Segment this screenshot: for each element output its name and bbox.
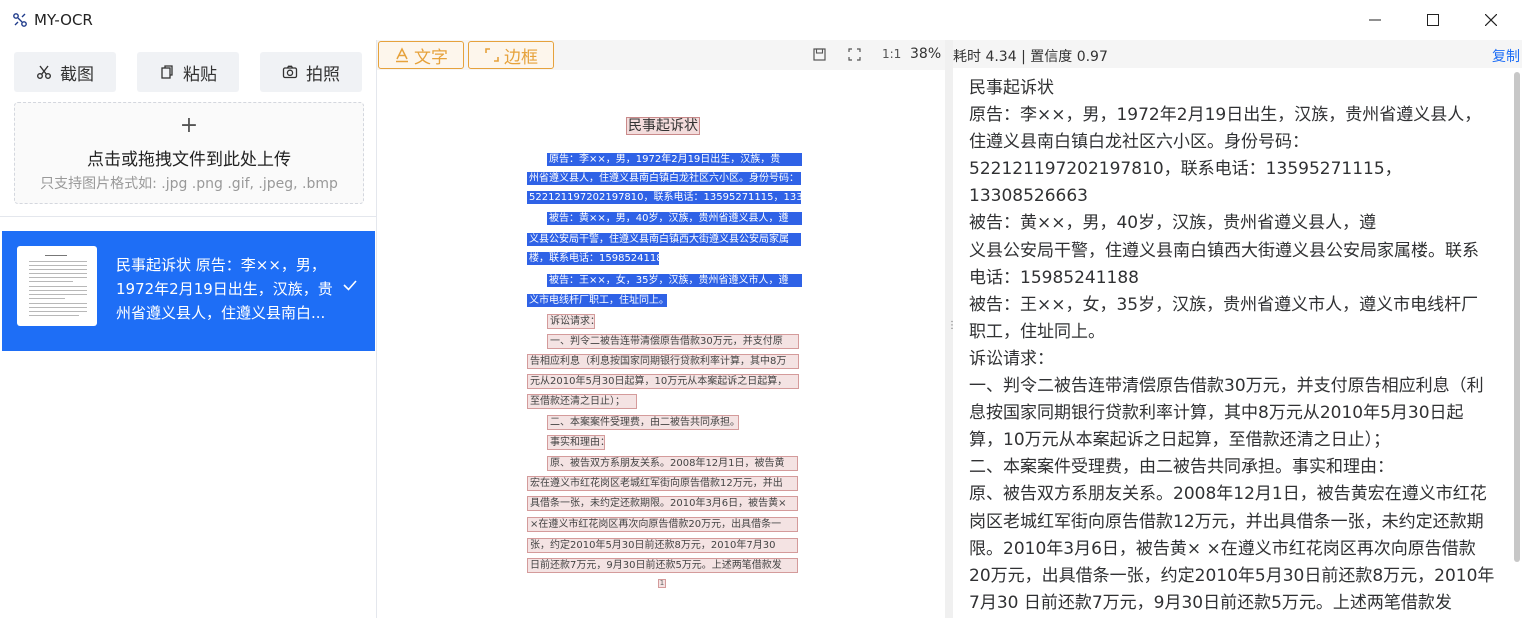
viewer-toolbar: 文字 边框 1:1 38% (377, 40, 945, 70)
save-icon[interactable] (813, 48, 826, 61)
result-scrollbar[interactable] (1511, 72, 1521, 618)
text-mode-button[interactable]: 文字 (378, 41, 464, 69)
result-line: 被告：黄××，男，40岁，汉族，贵州省遵义县人，遵 (969, 213, 1377, 234)
ocr-text-box[interactable]: 张，约定2010年5月30日前还款8万元，2010年7月30 (527, 538, 798, 553)
divider (0, 216, 376, 217)
text-mode-label: 文字 (414, 47, 448, 68)
result-line: 电话：15985241188 (969, 267, 1139, 288)
text-mode-icon (396, 47, 408, 63)
history-item-preview: 民事起诉状 原告：李××，男， 1972年2月19日出生，汉族，贵 州省遵义县人… (116, 253, 338, 325)
result-line: 13308526663 (969, 186, 1088, 207)
result-line: 被告：王××，女，35岁，汉族，贵州省遵义市人，遵义市电线杆厂 (969, 294, 1479, 315)
ocr-stats: 耗时 4.34 | 置信度 0.97 (953, 49, 1108, 65)
result-line: 岗区老城红军街向原告借款12万元，并出具借条一张，未约定还款期 (969, 511, 1484, 532)
screenshot-button[interactable]: 截图 (14, 52, 116, 92)
fit-icon[interactable] (848, 48, 861, 61)
ocr-text-box[interactable]: 一、判令二被告连带清偿原告借款30万元，并支付原 (547, 334, 799, 349)
doc-title-box[interactable]: 民事起诉状 (626, 117, 700, 135)
maximize-button[interactable] (1408, 0, 1458, 40)
result-panel: 耗时 4.34 | 置信度 0.97 复制 民事起诉状 原告：李××，男，197… (953, 40, 1522, 618)
close-icon (1485, 14, 1497, 26)
preview-line: 1972年2月19日出生，汉族，贵 (116, 280, 333, 298)
check-icon (343, 280, 357, 291)
minimize-button[interactable] (1350, 0, 1400, 40)
ocr-text-box[interactable]: 州省遵义县人，住遵义县南白镇白龙社区六小区。身份号码： (527, 172, 801, 185)
ocr-text-box[interactable]: 义县公安局干警，住遵义县南白镇西大街遵义县公安局家属 (527, 233, 801, 246)
ocr-text-box[interactable]: 二、本案案件受理费，由二被告共同承担。 (547, 415, 739, 430)
upload-dropzone[interactable]: + 点击或拖拽文件到此处上传 只支持图片格式如: .jpg .png .gif,… (14, 102, 364, 204)
preview-line: 民事起诉状 原告：李××，男， (116, 256, 326, 274)
result-header: 耗时 4.34 | 置信度 0.97 复制 (953, 40, 1522, 68)
actual-size-button[interactable]: 1:1 (882, 47, 901, 61)
border-mode-icon (485, 48, 499, 62)
result-line: 二、本案案件受理费，由二被告共同承担。事实和理由： (969, 457, 1394, 478)
paste-label: 粘贴 (183, 64, 217, 85)
ocr-text-box[interactable]: 原告：李××，男，1972年2月19日出生，汉族，贵 (547, 153, 802, 166)
ocr-text-box[interactable]: ×在遵义市红花岗区再次向原告借款20万元，出具借条一 (527, 517, 798, 532)
history-list-item[interactable]: 民事起诉状 原告：李××，男， 1972年2月19日出生，汉族，贵 州省遵义县人… (2, 231, 375, 351)
ocr-text-box[interactable]: 楼，联系电话：15985241188 (527, 252, 659, 265)
ocr-text-box[interactable]: 义市电线杆厂职工，住址同上。 (527, 294, 667, 307)
result-line: 一、判令二被告连带清偿原告借款30万元，并支付原告相应利息（利 (969, 376, 1484, 397)
result-line: 义县公安局干警，住遵义县南白镇西大街遵义县公安局家属楼。联系 (969, 240, 1479, 261)
upload-instruction: 点击或拖拽文件到此处上传 (87, 150, 291, 170)
ocr-text-box[interactable]: 具借条一张，未约定还款期限。2010年3月6日，被告黄× (527, 496, 798, 511)
upload-hint: 只支持图片格式如: .jpg .png .gif, .jpeg, .bmp (40, 176, 338, 192)
ocr-text-box[interactable]: 告相应利息（利息按国家同期银行贷款利率计算，其中8万 (527, 354, 799, 369)
ocr-text-box[interactable]: 被告：黄××，男，40岁，汉族，贵州省遵义县人，遵 (547, 212, 802, 225)
result-line: 职工，住址同上。 (969, 321, 1105, 342)
ocr-text-box[interactable]: 日前还款7万元，9月30日前还款5万元。上述两笔借款发 (527, 558, 798, 573)
paste-button[interactable]: 粘贴 (137, 52, 239, 92)
zoom-level: 38% (910, 46, 942, 62)
scrollbar-thumb[interactable] (1514, 72, 1520, 562)
result-line: 原告：李××，男，1972年2月19日出生，汉族，贵州省遵义县人， (969, 105, 1482, 126)
result-line: 民事起诉状 (969, 78, 1054, 98)
result-line: 住遵义县南白镇白龙社区六小区。身份号码： (969, 132, 1309, 153)
window-title: MY-OCR (34, 11, 93, 29)
ocr-text-box[interactable]: 522121197202197810，联系电话：13595271115，1330… (527, 191, 801, 204)
preview-line: 州省遵义县人，住遵义县南白... (116, 304, 326, 322)
scissors-icon (37, 65, 51, 79)
photo-button[interactable]: 拍照 (260, 52, 362, 92)
ocr-result-text[interactable]: 民事起诉状 原告：李××，男，1972年2月19日出生，汉族，贵州省遵义县人， … (969, 75, 1509, 617)
maximize-icon (1427, 14, 1439, 26)
document-thumbnail (17, 246, 97, 326)
paste-icon (161, 65, 173, 79)
result-line: 7月30 日前还款7万元，9月30日前还款5万元。上述两笔借款发 (969, 592, 1452, 613)
screenshot-label: 截图 (60, 64, 94, 85)
result-line: 限。2010年3月6日，被告黄× ×在遵义市红花岗区再次向原告借款 (969, 538, 1476, 559)
photo-label: 拍照 (306, 64, 340, 85)
app-logo-icon (13, 13, 27, 27)
ocr-text-box[interactable]: 至借款还清之日止）； (527, 394, 637, 409)
camera-icon (282, 65, 298, 79)
ocr-text-box[interactable]: 宏在遵义市红花岗区老城红军街向原告借款12万元，并出 (527, 476, 798, 491)
result-line: 诉讼请求： (969, 348, 1054, 369)
result-line: 原、被告双方系朋友关系。2008年12月1日，被告黄宏在遵义市红花 (969, 484, 1487, 505)
result-line: 算，10万元从本案起诉之日起算，至借款还清之日止）； (969, 430, 1391, 451)
ocr-text-box[interactable]: 被告：王××，女，35岁，汉族，贵州省遵义市人，遵 (547, 274, 802, 287)
copy-button[interactable]: 复制 (1492, 46, 1520, 66)
panel-splitter[interactable]: ⋮ (945, 40, 957, 618)
result-line: 20万元，出具借条一张，约定2010年5月30日前还款8万元，2010年 (969, 565, 1495, 586)
ocr-text-box[interactable]: 原、被告双方系朋友关系。2008年12月1日，被告黄 (547, 456, 798, 471)
border-mode-label: 边框 (504, 47, 538, 68)
result-line: 522121197202197810，联系电话：13595271115， (969, 159, 1402, 180)
plus-icon: + (179, 113, 199, 138)
title-bar: MY-OCR (0, 0, 1522, 40)
ocr-text-box[interactable]: 事实和理由： (547, 435, 605, 450)
ocr-text-box[interactable]: 元从2010年5月30日起算，10万元从本案起诉之日起算， (527, 374, 799, 389)
left-panel: 截图 粘贴 拍照 + 点击或拖拽文件到此处上传 只支持图片格式如: .jpg .… (0, 40, 377, 618)
result-line: 息按国家同期银行贷款利率计算，其中8万元从2010年5月30日起 (969, 403, 1464, 424)
ocr-text-box[interactable]: 诉讼请求： (547, 314, 595, 329)
minimize-icon (1369, 19, 1381, 21)
close-button[interactable] (1466, 0, 1516, 40)
border-mode-button[interactable]: 边框 (468, 41, 554, 69)
page-number-box[interactable]: 1 (658, 579, 666, 588)
